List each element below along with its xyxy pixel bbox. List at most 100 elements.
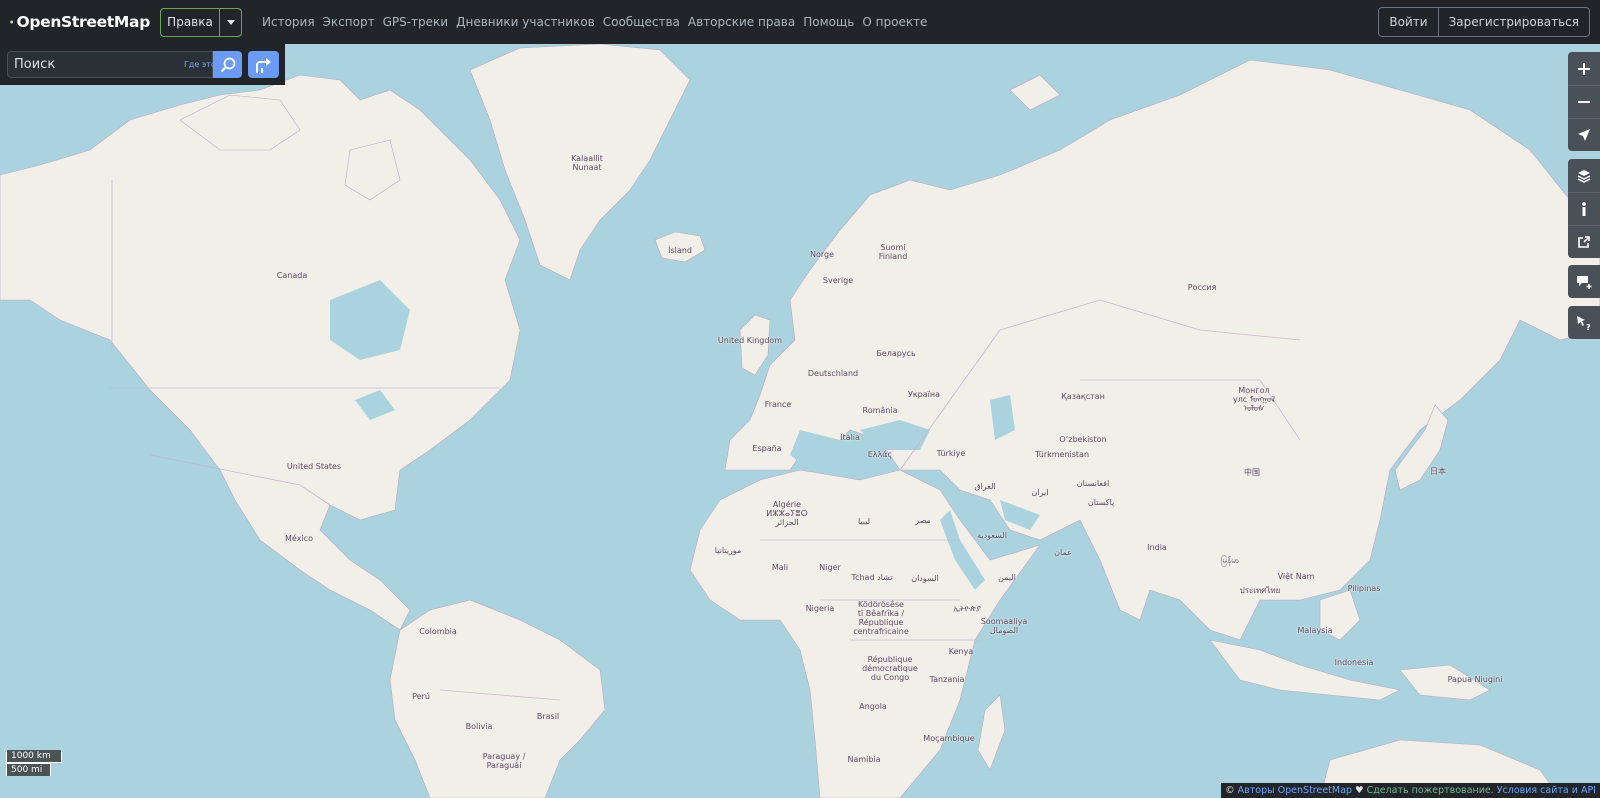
search-box: Где это? <box>7 51 220 78</box>
plus-icon <box>1578 62 1590 75</box>
label-deutschland: Deutschland <box>807 369 859 378</box>
edit-button[interactable]: Правка <box>161 9 219 36</box>
label-paraguay: Paraguay / Paraguái <box>482 752 526 770</box>
svg-text:?: ? <box>1586 323 1591 331</box>
label-yemen: اليمن <box>998 573 1016 582</box>
nav-about[interactable]: О проекте <box>862 15 927 29</box>
search-button[interactable] <box>213 51 242 78</box>
label-espana: España <box>752 444 782 453</box>
label-india: India <box>1147 543 1167 552</box>
nav-history[interactable]: История <box>262 15 315 29</box>
label-libya: ليبيا <box>857 517 871 526</box>
search-panel: Где это? <box>0 44 285 85</box>
main-nav: История Экспорт GPS-треки Дневники участ… <box>262 15 927 29</box>
label-ethiopia: ኢትዮጵያ <box>953 604 981 613</box>
cursor-question-icon: ? <box>1577 315 1591 331</box>
label-ozbekiston: O‘zbekiston <box>1059 435 1107 444</box>
zoom-in-button[interactable] <box>1568 52 1600 85</box>
label-tchad: Tchad تشاد <box>851 573 893 582</box>
label-rossiya: Россия <box>1187 283 1217 292</box>
scale-bar: 1000 km 500 mi <box>6 750 62 776</box>
top-navbar: OpenStreetMap Правка История Экспорт GPS… <box>0 0 1600 44</box>
label-thailand: ประเทศไทย <box>1239 586 1281 595</box>
label-rdc: République démocratique du Congo <box>862 655 918 682</box>
label-belarus: Беларусь <box>876 349 916 358</box>
edit-dropdown-button[interactable] <box>219 8 241 36</box>
map-canvas[interactable]: Kalaallit Nunaat Ísland Canada Norge Suo… <box>0 44 1600 798</box>
locate-button[interactable] <box>1568 118 1600 151</box>
label-somalia: Soomaaliya الصومال <box>980 617 1028 635</box>
label-norge: Norge <box>809 250 835 259</box>
label-kenya: Kenya <box>948 647 974 656</box>
caret-down-icon <box>226 19 235 25</box>
layers-icon <box>1577 169 1591 183</box>
osm-authors-link[interactable]: Авторы OpenStreetMap <box>1238 785 1352 796</box>
attribution-bar: © Авторы OpenStreetMap ♥ Сделать пожертв… <box>1221 783 1600 798</box>
label-mongol: Монгол улс ᠮᠣᠩᠭᠣᠯ ᠤᠯᠤᠰ <box>1232 386 1276 413</box>
auth-buttons: Войти Зарегистрироваться <box>1378 7 1590 37</box>
map-panel-controls <box>1568 159 1600 258</box>
map-key-button[interactable] <box>1568 192 1600 225</box>
label-romania: România <box>862 406 898 415</box>
signup-button[interactable]: Зарегистрироваться <box>1437 8 1589 36</box>
label-algerie: Algérie ⵍⵣⵣⴰⵢⴻⵔ الجزائر <box>766 500 808 527</box>
osm-logo-icon <box>10 20 14 24</box>
copyright-symbol: © <box>1225 785 1235 796</box>
label-pakistan: پاکستان <box>1087 498 1115 507</box>
terms-link[interactable]: Условия сайта и API <box>1497 785 1596 796</box>
label-misr: مصر <box>915 516 931 525</box>
world-map-tiles <box>0 44 1600 798</box>
label-ukraina: Україна <box>907 390 941 399</box>
directions-button[interactable] <box>248 51 279 78</box>
share-icon <box>1578 236 1590 248</box>
label-pilipinas: Pilipinas <box>1347 584 1381 593</box>
nav-export[interactable]: Экспорт <box>323 15 375 29</box>
nav-help[interactable]: Помощь <box>803 15 854 29</box>
add-note-control <box>1568 265 1600 298</box>
label-brasil: Brasil <box>536 712 560 721</box>
label-mauritania: موريتانيا <box>714 546 742 555</box>
label-iraq: العراق <box>974 482 996 491</box>
label-oman: عمان <box>1054 548 1072 557</box>
label-uk: United Kingdom <box>717 336 783 345</box>
scale-km: 1000 km <box>6 750 62 763</box>
label-peru: Perú <box>412 692 430 701</box>
label-iran: ایران <box>1031 488 1049 497</box>
label-angola: Angola <box>859 702 887 711</box>
donate-link[interactable]: Сделать пожертвование. <box>1367 785 1494 796</box>
add-note-button[interactable] <box>1568 265 1600 298</box>
search-input[interactable] <box>8 52 184 77</box>
edit-button-group: Правка <box>160 7 242 37</box>
label-kalaallit: Kalaallit Nunaat <box>571 154 603 172</box>
nav-copyright[interactable]: Авторские права <box>688 15 795 29</box>
label-canada: Canada <box>276 271 308 280</box>
login-button[interactable]: Войти <box>1379 8 1437 36</box>
label-vietnam: Việt Nam <box>1277 572 1315 581</box>
nav-user-diaries[interactable]: Дневники участников <box>456 15 595 29</box>
label-tanzania: Tanzania <box>929 675 965 684</box>
nav-communities[interactable]: Сообщества <box>603 15 680 29</box>
scale-mi: 500 mi <box>6 763 51 776</box>
label-mexico: México <box>285 534 313 543</box>
label-myanmar: မြန်မာ <box>1221 556 1239 565</box>
location-arrow-icon <box>1578 129 1590 141</box>
label-kazakhstan: Қазақстан <box>1061 392 1105 401</box>
label-namibia: Namibia <box>847 755 881 764</box>
label-usa: United States <box>286 462 342 471</box>
osm-logo-link[interactable]: OpenStreetMap <box>10 10 150 34</box>
label-bolivia: Bolivia <box>465 722 493 731</box>
label-china: 中国 <box>1244 468 1260 477</box>
label-afghanistan: افغانستان <box>1076 479 1110 488</box>
label-mali: Mali <box>771 563 789 572</box>
label-nigeria: Nigeria <box>805 604 835 613</box>
layers-button[interactable] <box>1568 159 1600 192</box>
label-island: Ísland <box>668 246 692 255</box>
zoom-out-button[interactable] <box>1568 85 1600 118</box>
map-nav-controls <box>1568 52 1600 151</box>
share-button[interactable] <box>1568 225 1600 258</box>
nav-gps-traces[interactable]: GPS-треки <box>383 15 449 29</box>
query-features-button[interactable]: ? <box>1568 306 1600 339</box>
label-kodorose: Ködörösêse tî Bêafrîka / République cent… <box>853 600 909 636</box>
label-indonesia: Indonesia <box>1334 658 1374 667</box>
label-turkiye: Türkiye <box>936 449 966 458</box>
